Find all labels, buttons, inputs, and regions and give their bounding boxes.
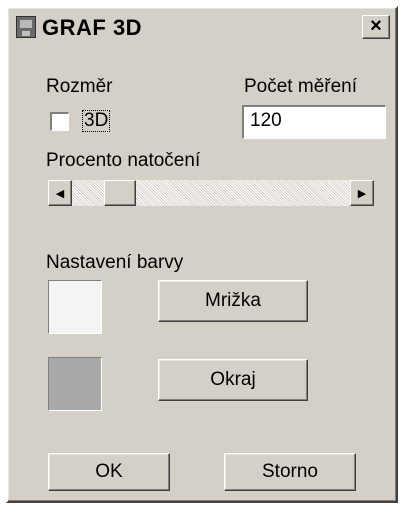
dialog-window: GRAF 3D × Rozměr 3D Počet měření 120 Pro… xyxy=(6,6,398,503)
window-title: GRAF 3D xyxy=(42,15,143,40)
procento-natoceni-label: Procento natočení xyxy=(46,150,201,171)
mrizka-color-swatch xyxy=(48,280,102,334)
3d-checkbox[interactable] xyxy=(50,112,69,131)
scroll-thumb[interactable] xyxy=(104,180,136,206)
scroll-right-button[interactable]: ▶ xyxy=(350,180,374,206)
okraj-color-swatch xyxy=(48,357,102,411)
scroll-left-button[interactable]: ◀ xyxy=(48,180,72,206)
title-bar[interactable]: GRAF 3D × xyxy=(10,10,394,45)
3d-checkbox-label[interactable]: 3D xyxy=(81,110,111,132)
arrow-right-icon: ▶ xyxy=(357,187,367,200)
okraj-button[interactable]: Okraj xyxy=(158,359,308,401)
ok-button[interactable]: OK xyxy=(48,453,170,491)
storno-button[interactable]: Storno xyxy=(224,453,356,491)
pocet-mereni-label: Počet měření xyxy=(244,76,357,97)
nastaveni-barvy-label: Nastavení barvy xyxy=(46,252,184,273)
mrizka-button[interactable]: Mrižka xyxy=(158,280,308,322)
pocet-mereni-input[interactable]: 120 xyxy=(242,105,386,139)
app-icon xyxy=(16,16,36,38)
arrow-left-icon: ◀ xyxy=(55,187,65,200)
rozmer-label: Rozměr xyxy=(46,76,113,97)
natoceni-scrollbar[interactable]: ◀ ▶ xyxy=(48,180,374,206)
close-button[interactable]: × xyxy=(362,15,390,39)
